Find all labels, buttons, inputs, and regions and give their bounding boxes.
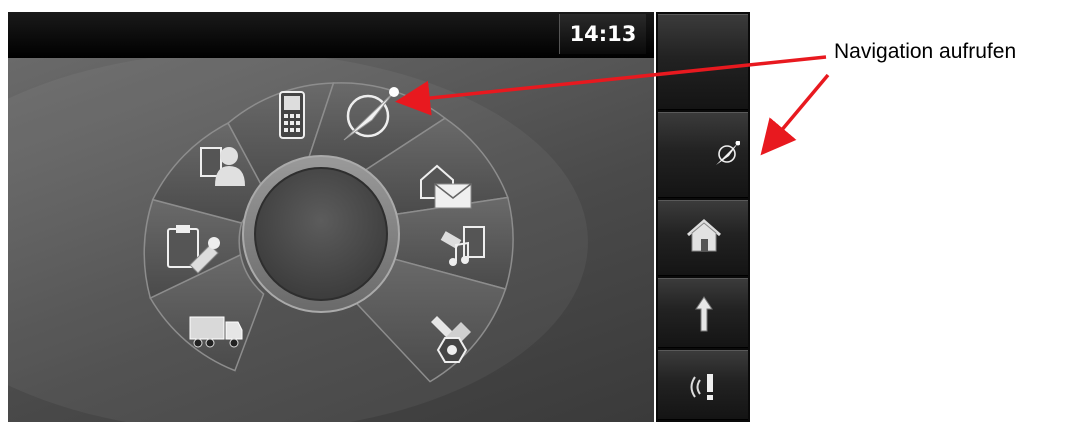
- callout-arrow-sidebar: [760, 73, 830, 156]
- menu-wheel: [143, 82, 514, 383]
- arrow-up-icon: [695, 296, 713, 332]
- sidebar-button-navigation[interactable]: [658, 112, 748, 198]
- sidebar-button-up[interactable]: [658, 278, 748, 348]
- callout-label: Navigation aufrufen: [834, 40, 1017, 63]
- sidebar-button-empty[interactable]: [658, 14, 748, 110]
- navigation-compass-icon: [716, 141, 740, 165]
- sidebar: [656, 12, 750, 422]
- mobile-phone-icon: [279, 91, 305, 139]
- sidebar-button-home[interactable]: [658, 200, 748, 276]
- sidebar-button-alert[interactable]: [658, 350, 748, 420]
- device-screen: 14:13: [8, 12, 654, 422]
- warning-signal-icon: [690, 374, 713, 400]
- home-icon: [687, 219, 721, 252]
- center-knob[interactable]: [254, 167, 388, 301]
